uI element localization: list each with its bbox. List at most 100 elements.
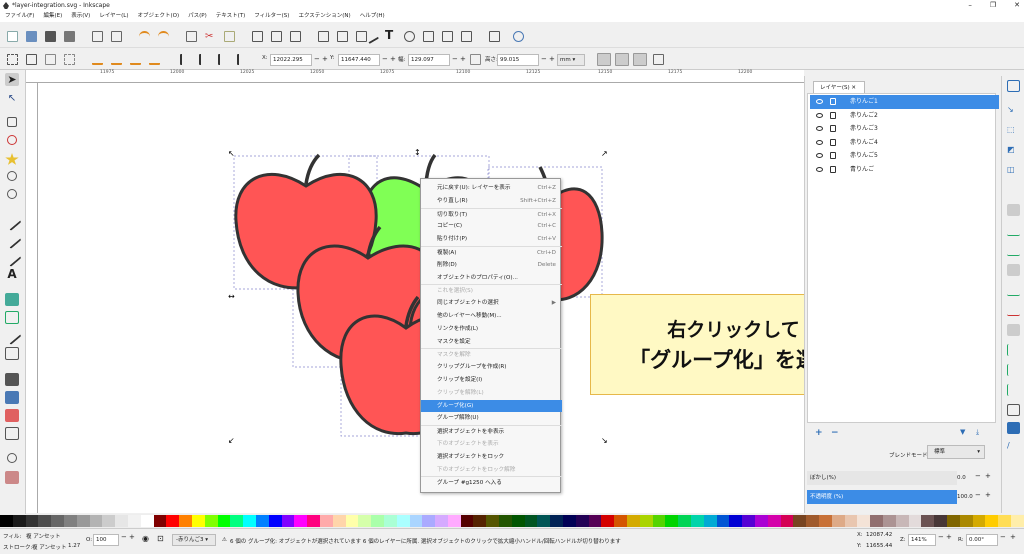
lock-icon[interactable] [830,98,836,105]
snap-bbox-midpoints-icon[interactable]: ◫ [1007,164,1020,176]
height-decrement[interactable]: − [541,54,547,65]
print-icon[interactable] [64,31,75,42]
snap-cusp-nodes-icon[interactable] [1007,264,1020,276]
context-menu-item[interactable]: コピー(C) Ctrl+C [421,220,562,233]
menu-text[interactable]: テキスト(T) [216,11,246,22]
blur-value[interactable]: 0.0 [957,475,966,481]
transform-gradients-icon[interactable] [633,53,647,66]
zoom-selection-icon[interactable] [252,31,263,42]
color-swatch[interactable] [115,515,128,527]
calligraphy-tool-icon[interactable] [2,248,22,267]
color-swatch[interactable] [537,515,551,527]
color-swatch[interactable] [703,515,717,527]
color-swatch[interactable] [524,515,538,527]
spray-tool-icon[interactable] [5,293,19,306]
snap-intersections-icon[interactable] [1007,244,1020,256]
rectangle-tool-icon[interactable] [7,117,17,127]
color-swatch[interactable] [230,515,244,527]
width-input[interactable]: 129.097 [408,54,450,66]
lower-icon[interactable] [199,54,210,65]
resize-handle-icon[interactable]: ↕ [414,148,421,157]
pencil-tool-icon[interactable] [2,212,22,231]
3d-box-tool-icon[interactable] [7,171,17,181]
layer-row[interactable]: 青りんご [810,163,999,177]
eraser-tool-icon[interactable] [5,427,19,440]
width-decrement[interactable]: − [452,54,458,65]
blur-slider[interactable]: ぼかし(%) [807,471,957,485]
layer-row[interactable]: 赤りんご1 [810,95,999,109]
zoom-input[interactable]: 141% [908,534,936,546]
opacity-value[interactable]: 100.0 [957,494,973,500]
blur-increment[interactable]: + [985,472,991,480]
redo-icon[interactable] [158,31,169,42]
color-swatch[interactable] [678,515,692,527]
close-tab-icon[interactable]: ✕ [851,85,856,91]
color-swatch[interactable] [793,515,807,527]
save-document-icon[interactable] [45,31,56,42]
context-menu-item[interactable]: グループ解除(U) [421,412,562,425]
color-swatch[interactable] [153,515,167,527]
resize-handle-icon[interactable]: ↙ [228,436,235,445]
color-swatch[interactable] [742,515,756,527]
snap-midpoints-icon[interactable] [1007,304,1020,316]
menu-filters[interactable]: フィルター(S) [254,11,289,22]
resize-handle-icon[interactable]: ↗ [601,149,608,158]
visibility-eye-icon[interactable] [816,126,823,132]
color-swatch[interactable] [895,515,909,527]
tab-layers[interactable]: レイヤー(S) ✕ [813,81,865,93]
snap-nodes-icon[interactable] [1007,204,1020,216]
ellipse-tool-icon[interactable] [7,135,17,145]
transform-patterns-icon[interactable] [653,54,664,65]
menu-view[interactable]: 表示(V) [71,11,90,22]
color-swatch[interactable] [102,515,116,527]
color-swatch[interactable] [563,515,576,527]
opacity-slider[interactable]: 不透明度 (%) [807,490,957,504]
gradient-tool-icon[interactable] [5,347,19,360]
layer-row[interactable]: 赤りんご3 [810,122,999,136]
scale-stroke-icon[interactable] [597,53,611,66]
rotate-cw-icon[interactable] [111,54,122,65]
color-swatch[interactable] [255,515,269,527]
color-swatch[interactable] [755,515,768,527]
opacity-decrement[interactable]: − [975,491,981,499]
color-swatch[interactable] [371,515,384,527]
zoom-tool-icon[interactable] [7,453,17,463]
paste-icon[interactable] [224,31,235,42]
color-swatch[interactable] [857,515,871,527]
color-swatch[interactable] [601,515,615,527]
color-swatch[interactable] [665,515,679,527]
paint-bucket-tool-icon[interactable] [5,409,19,422]
zoom-decrement[interactable]: − [938,533,944,541]
color-swatch[interactable] [767,515,781,527]
snap-bbox-corners-icon[interactable]: ◩ [1007,144,1020,156]
context-menu-item[interactable]: クリップグループを作成(R) [421,361,562,374]
color-swatch[interactable] [396,515,410,527]
text-tool-icon[interactable]: A [5,268,19,281]
context-menu-item[interactable]: オブジェクトのプロパティ(O)... [421,272,562,285]
y-decrement[interactable]: − [382,54,388,65]
open-document-icon[interactable] [26,31,37,42]
color-swatch[interactable] [870,515,883,527]
flip-vertical-icon[interactable] [149,54,160,65]
snap-rotation-center-icon[interactable] [1007,344,1020,356]
color-swatch[interactable] [332,515,346,527]
menu-path[interactable]: パス(P) [188,11,207,22]
remove-layer-icon[interactable]: − [831,428,839,438]
color-swatch[interactable] [127,515,141,527]
color-swatch[interactable] [447,515,461,527]
context-menu-item[interactable]: 選択オブジェクトを非表示 [421,425,562,438]
menu-layer[interactable]: レイヤー(L) [99,11,128,22]
resize-handle-icon[interactable]: ↘ [601,436,608,445]
visibility-eye-icon[interactable] [816,139,823,145]
stroke-width-value[interactable]: 1.27 [68,543,80,549]
menu-file[interactable]: ファイル(F) [5,11,34,22]
context-menu-item[interactable]: 削除(D) Delete [421,259,562,272]
color-swatch[interactable] [166,515,180,527]
blur-decrement[interactable]: − [975,472,981,480]
context-menu-item[interactable]: 貼り付け(P) Ctrl+V [421,233,562,246]
color-swatch[interactable] [217,515,231,527]
color-swatch[interactable] [435,515,448,527]
layer-row[interactable]: 赤りんご4 [810,136,999,150]
context-menu-item[interactable]: グループ化(G) [421,399,562,413]
minimize-button[interactable]: – [968,0,972,11]
